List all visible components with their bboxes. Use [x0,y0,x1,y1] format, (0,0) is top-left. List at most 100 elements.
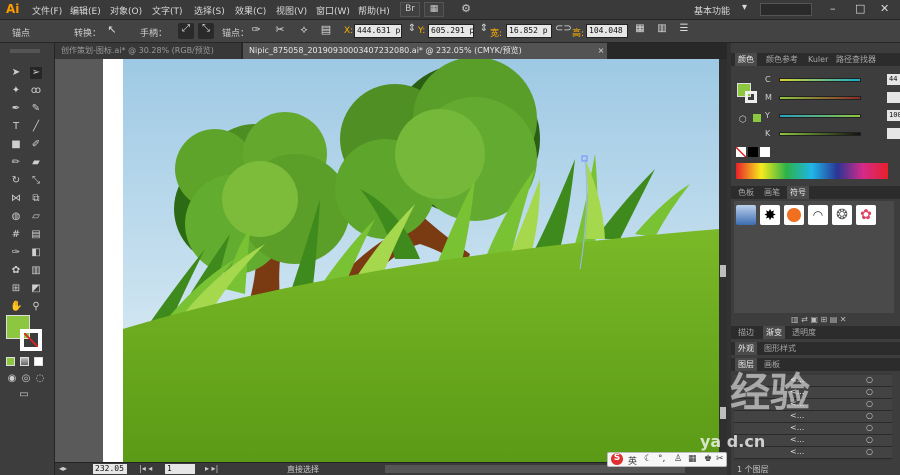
tab-document-1[interactable]: 创作策划-图标.ai* @ 30.28% (RGB/预览) [55,43,241,59]
zoom-arrows-icon[interactable]: ◂▸ [59,464,73,474]
join-path-icon[interactable]: ⟡ [296,23,312,39]
zoom-tool-icon[interactable]: ⚲ [30,301,42,313]
symbol-swirl[interactable]: ◠ [808,205,828,225]
tab-color-guide[interactable]: 颜色参考 [763,53,801,66]
ime-logo[interactable]: S [611,453,623,465]
menu-help[interactable]: 帮助(H) [358,4,390,17]
draw-normal-icon[interactable]: ◉ [6,373,18,385]
symbol-blue-banner[interactable] [736,205,756,225]
ime-lang[interactable]: 英 [628,454,637,467]
slider-m-value[interactable] [887,92,900,103]
x-field[interactable]: 444.631 p [354,24,402,38]
blend-tool-icon[interactable]: ◧ [30,247,42,259]
black-swatch[interactable] [748,147,758,157]
gradient-mode-icon[interactable] [20,357,29,366]
none-mode-icon[interactable] [34,357,43,366]
hand-tool-icon[interactable]: ✋ [10,301,22,313]
symbol-sprayer-tool-icon[interactable]: ✿ [10,265,22,277]
target-icon[interactable]: ○ [866,375,873,384]
slider-k-value[interactable] [887,128,900,139]
rectangle-tool-icon[interactable]: ■ [10,139,22,151]
align-icon[interactable]: ▥ [654,23,670,39]
w-field[interactable]: 16.852 p [506,24,552,38]
link-proportions-icon[interactable]: ⊂⊃ [555,23,572,39]
curvature-tool-icon[interactable]: ✎ [30,103,42,115]
skin-icon[interactable]: ♚ [704,454,712,464]
target-icon[interactable]: ○ [866,447,873,456]
zoom-field[interactable]: 232.05 [93,464,127,474]
menu-edit[interactable]: 编辑(E) [70,4,101,17]
symbol-actions-icons[interactable]: ▥ ⇄ ▣ ⊞ ▤ ✕ [791,315,847,324]
tab-swatches[interactable]: 色板 [735,186,757,199]
menu-view[interactable]: 视图(V) [276,4,307,17]
menu-window[interactable]: 窗口(W) [316,4,350,17]
artboard-tool-icon[interactable]: ⊞ [10,283,22,295]
gpu-icon[interactable]: ⚙ [458,2,474,18]
target-icon[interactable]: ○ [866,411,873,420]
keyboard-icon[interactable]: ▦ [688,454,697,464]
punctuation-icon[interactable]: °, [658,454,665,464]
free-transform-tool-icon[interactable]: ⧉ [30,193,42,205]
type-tool-icon[interactable]: T [10,121,22,133]
bridge-button[interactable]: Br [400,2,420,17]
column-graph-tool-icon[interactable]: ▥ [30,265,42,277]
cut-path-icon[interactable]: ✂ [272,23,288,39]
remove-anchor-icon[interactable]: ✑ [248,23,264,39]
mesh-tool-icon[interactable]: # [10,229,22,241]
color-chip[interactable] [753,114,761,122]
target-icon[interactable]: ○ [866,399,873,408]
width-tool-icon[interactable]: ⋈ [10,193,22,205]
menu-effect[interactable]: 效果(C) [235,4,266,17]
close-tab-icon[interactable]: × [595,43,607,59]
artboard-next-icon[interactable]: ▸ ▸| [205,464,218,473]
target-icon[interactable]: ○ [866,435,873,444]
slider-y-track[interactable] [779,114,861,118]
tab-stroke[interactable]: 描边 [735,326,757,339]
close-icon[interactable]: ✕ [880,2,889,15]
none-swatch[interactable] [736,147,746,157]
tab-kuler[interactable]: Kuler [805,53,831,66]
draw-inside-icon[interactable]: ◌ [34,373,46,385]
menu-type[interactable]: 文字(T) [152,4,183,17]
tab-pathfinder[interactable]: 路径查找器 [833,53,879,66]
panel-menu-icon[interactable]: ☰ [676,23,692,39]
symbol-ring[interactable]: ❂ [832,205,852,225]
direct-selection-tool-icon[interactable]: ➢ [30,67,42,79]
artboard-canvas[interactable] [55,59,719,462]
vertical-scrollbar[interactable] [719,59,727,462]
scroll-thumb-lower[interactable] [720,407,726,419]
gradient-tool-icon[interactable]: ▤ [30,229,42,241]
menu-file[interactable]: 文件(F) [32,4,62,17]
symbol-splatter[interactable]: ✸ [760,205,780,225]
tab-symbols[interactable]: 符号 [787,186,809,199]
pen-tool-icon[interactable]: ✒ [10,103,22,115]
h-field[interactable]: 104.048 [586,24,628,38]
menu-select[interactable]: 选择(S) [194,4,225,17]
voice-icon[interactable]: ♙ [674,454,682,464]
lasso-tool-icon[interactable]: ꝏ [30,85,42,97]
menu-object[interactable]: 对象(O) [110,4,142,17]
convert-corner-icon[interactable]: ↖ [104,23,120,39]
scroll-thumb[interactable] [720,265,726,277]
tab-color[interactable]: 颜色 [735,53,757,66]
panel-stroke-swatch[interactable] [745,91,757,103]
screen-mode-icon[interactable]: ▭ [14,389,34,401]
slider-c[interactable]: C 44 % [765,74,900,85]
hide-handles-icon[interactable]: ⤡ [198,23,214,39]
slider-c-value[interactable]: 44 [887,74,900,85]
slider-c-track[interactable] [779,78,861,82]
search-field[interactable] [760,3,812,16]
white-swatch[interactable] [760,147,770,157]
scale-tool-icon[interactable]: ⤡ [30,175,42,187]
chevron-down-icon[interactable]: ▾ [742,2,747,13]
tab-document-2[interactable]: Nipic_875058_20190930003407232080.ai* @ … [243,43,607,59]
color-spectrum[interactable] [736,163,888,179]
workspace-switcher[interactable]: 基本功能 [694,4,730,17]
transform-icon[interactable]: ▦ [632,23,648,39]
color-mode-icon[interactable] [6,357,15,366]
slice-tool-icon[interactable]: ◩ [30,283,42,295]
tab-graphic-styles[interactable]: 图形样式 [761,342,799,355]
arrange-documents-button[interactable]: ▦ [424,2,444,17]
artboard-nav-icon[interactable]: |◂ ◂ [139,464,152,473]
tab-appearance[interactable]: 外观 [735,342,757,355]
